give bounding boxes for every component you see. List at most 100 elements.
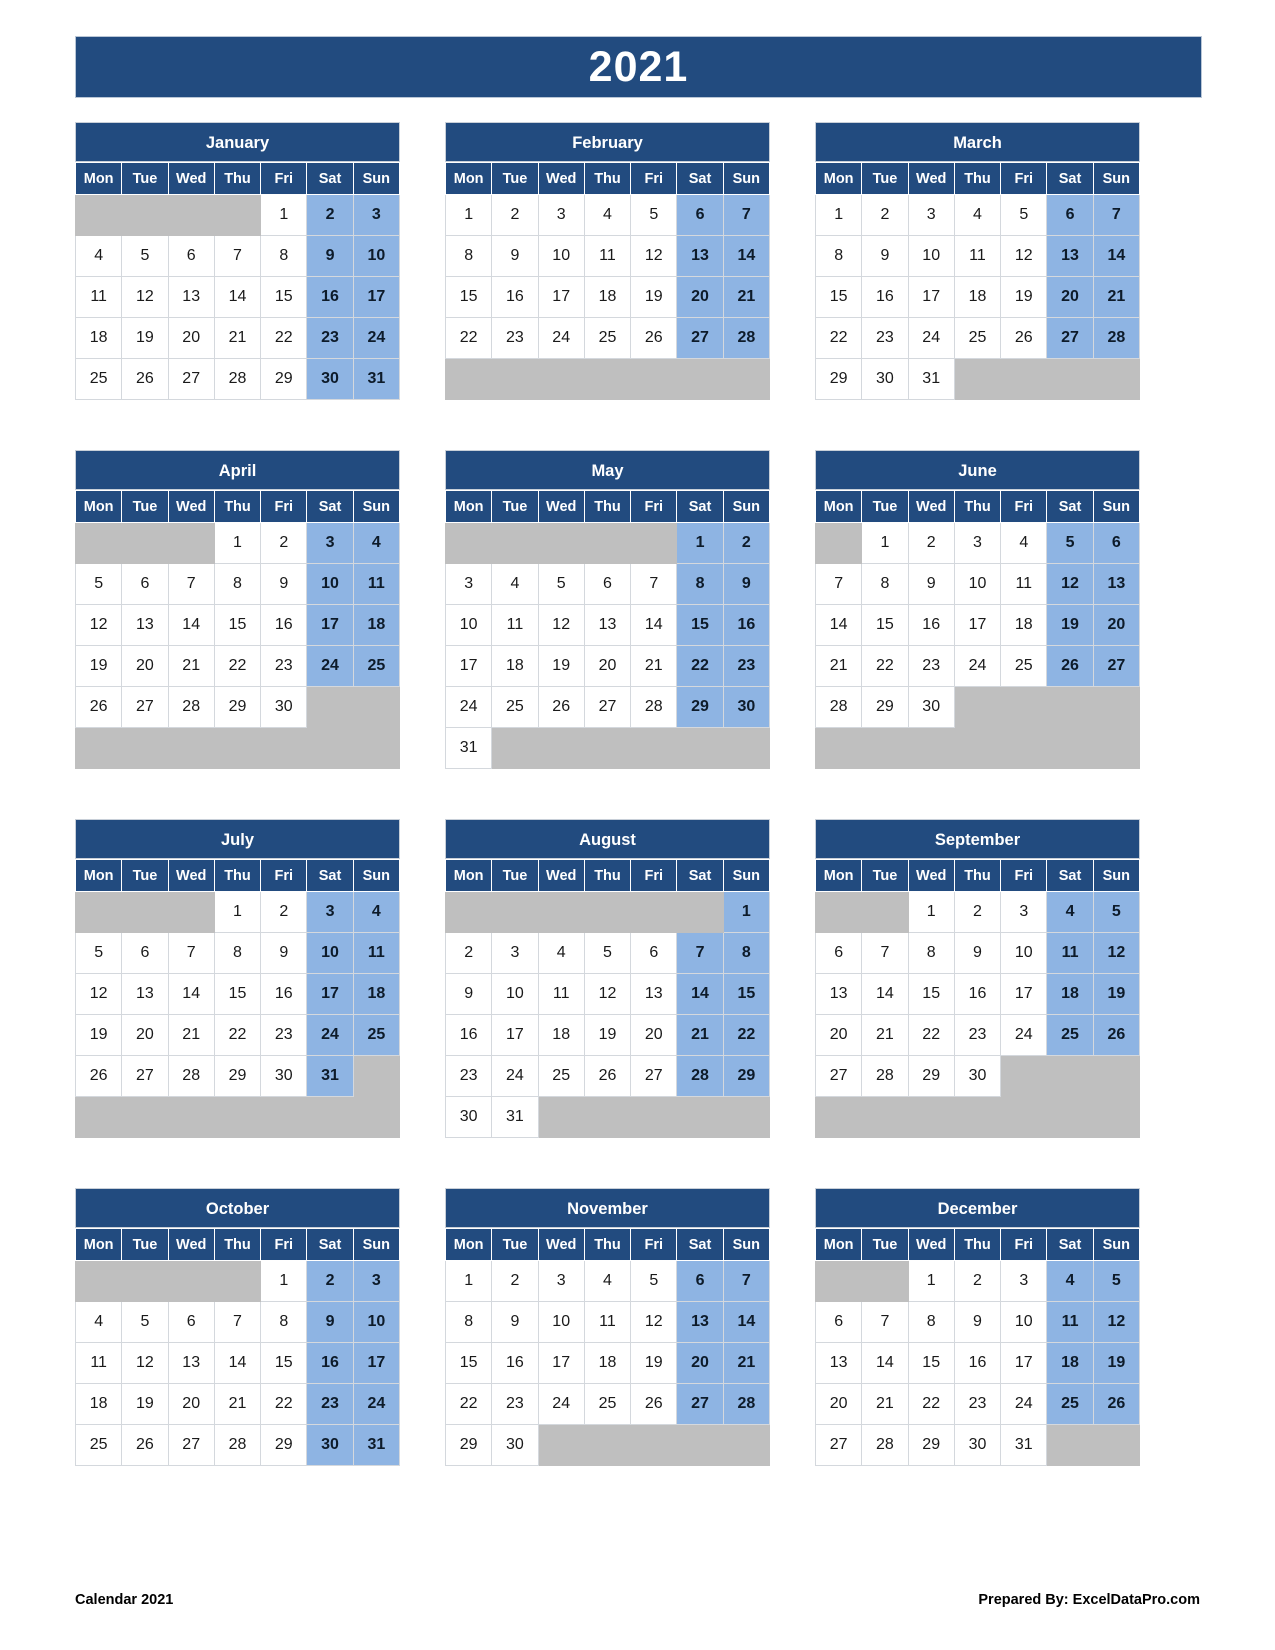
day-cell[interactable]: 4 bbox=[583, 194, 632, 236]
day-cell[interactable]: 23 bbox=[907, 645, 955, 687]
day-cell[interactable]: 17 bbox=[444, 645, 493, 687]
day-cell[interactable]: 21 bbox=[167, 1014, 215, 1056]
day-cell[interactable]: 17 bbox=[953, 604, 1002, 646]
day-cell[interactable]: 16 bbox=[260, 604, 308, 646]
day-cell[interactable]: 23 bbox=[260, 645, 308, 687]
weekend-day-cell[interactable]: 5 bbox=[1092, 891, 1141, 933]
day-cell[interactable]: 9 bbox=[861, 235, 909, 277]
day-cell[interactable]: 1 bbox=[260, 1260, 308, 1302]
day-cell[interactable]: 3 bbox=[907, 194, 955, 236]
day-cell[interactable]: 13 bbox=[583, 604, 632, 646]
weekend-day-cell[interactable]: 23 bbox=[722, 645, 771, 687]
weekend-day-cell[interactable]: 27 bbox=[1046, 317, 1094, 359]
day-cell[interactable]: 8 bbox=[260, 1301, 308, 1343]
day-cell[interactable]: 12 bbox=[121, 276, 169, 318]
day-cell[interactable]: 20 bbox=[121, 1014, 169, 1056]
weekend-day-cell[interactable]: 21 bbox=[1092, 276, 1141, 318]
day-cell[interactable]: 25 bbox=[583, 1383, 632, 1425]
day-cell[interactable]: 18 bbox=[583, 1342, 632, 1384]
day-cell[interactable]: 23 bbox=[953, 1383, 1002, 1425]
weekend-day-cell[interactable]: 26 bbox=[1092, 1383, 1141, 1425]
day-cell[interactable]: 16 bbox=[861, 276, 909, 318]
weekend-day-cell[interactable]: 9 bbox=[722, 563, 771, 605]
day-cell[interactable]: 9 bbox=[260, 932, 308, 974]
day-cell[interactable]: 12 bbox=[74, 604, 123, 646]
weekend-day-cell[interactable]: 23 bbox=[306, 317, 354, 359]
day-cell[interactable]: 7 bbox=[213, 1301, 262, 1343]
day-cell[interactable]: 27 bbox=[630, 1055, 678, 1097]
day-cell[interactable]: 7 bbox=[630, 563, 678, 605]
day-cell[interactable]: 4 bbox=[537, 932, 585, 974]
day-cell[interactable]: 16 bbox=[444, 1014, 493, 1056]
day-cell[interactable]: 16 bbox=[260, 973, 308, 1015]
weekend-day-cell[interactable]: 21 bbox=[722, 1342, 771, 1384]
weekend-day-cell[interactable]: 14 bbox=[722, 1301, 771, 1343]
weekend-day-cell[interactable]: 6 bbox=[676, 194, 724, 236]
day-cell[interactable]: 11 bbox=[583, 1301, 632, 1343]
day-cell[interactable]: 30 bbox=[260, 1055, 308, 1097]
day-cell[interactable]: 28 bbox=[630, 686, 678, 728]
day-cell[interactable]: 6 bbox=[814, 932, 863, 974]
weekend-day-cell[interactable]: 18 bbox=[352, 973, 401, 1015]
day-cell[interactable]: 1 bbox=[907, 1260, 955, 1302]
day-cell[interactable]: 1 bbox=[444, 1260, 493, 1302]
day-cell[interactable]: 2 bbox=[907, 522, 955, 564]
day-cell[interactable]: 22 bbox=[861, 645, 909, 687]
day-cell[interactable]: 2 bbox=[953, 891, 1002, 933]
day-cell[interactable]: 29 bbox=[260, 358, 308, 400]
day-cell[interactable]: 23 bbox=[491, 1383, 539, 1425]
weekend-day-cell[interactable]: 12 bbox=[1092, 1301, 1141, 1343]
weekend-day-cell[interactable]: 11 bbox=[1046, 932, 1094, 974]
day-cell[interactable]: 28 bbox=[814, 686, 863, 728]
day-cell[interactable]: 15 bbox=[444, 1342, 493, 1384]
day-cell[interactable]: 14 bbox=[167, 604, 215, 646]
day-cell[interactable]: 30 bbox=[861, 358, 909, 400]
day-cell[interactable]: 27 bbox=[583, 686, 632, 728]
weekend-day-cell[interactable]: 19 bbox=[1092, 1342, 1141, 1384]
day-cell[interactable]: 2 bbox=[953, 1260, 1002, 1302]
day-cell[interactable]: 5 bbox=[630, 1260, 678, 1302]
day-cell[interactable]: 23 bbox=[491, 317, 539, 359]
day-cell[interactable]: 7 bbox=[861, 1301, 909, 1343]
day-cell[interactable]: 30 bbox=[953, 1424, 1002, 1466]
day-cell[interactable]: 29 bbox=[260, 1424, 308, 1466]
day-cell[interactable]: 15 bbox=[907, 1342, 955, 1384]
day-cell[interactable]: 26 bbox=[630, 317, 678, 359]
day-cell[interactable]: 12 bbox=[1000, 235, 1048, 277]
weekend-day-cell[interactable]: 20 bbox=[676, 276, 724, 318]
day-cell[interactable]: 25 bbox=[537, 1055, 585, 1097]
day-cell[interactable]: 25 bbox=[74, 358, 123, 400]
day-cell[interactable]: 10 bbox=[491, 973, 539, 1015]
day-cell[interactable]: 16 bbox=[907, 604, 955, 646]
day-cell[interactable]: 31 bbox=[907, 358, 955, 400]
day-cell[interactable]: 29 bbox=[907, 1055, 955, 1097]
day-cell[interactable]: 3 bbox=[444, 563, 493, 605]
day-cell[interactable]: 15 bbox=[213, 604, 262, 646]
day-cell[interactable]: 19 bbox=[583, 1014, 632, 1056]
day-cell[interactable]: 8 bbox=[907, 1301, 955, 1343]
weekend-day-cell[interactable]: 13 bbox=[1092, 563, 1141, 605]
weekend-day-cell[interactable]: 22 bbox=[722, 1014, 771, 1056]
weekend-day-cell[interactable]: 5 bbox=[1046, 522, 1094, 564]
day-cell[interactable]: 22 bbox=[260, 317, 308, 359]
day-cell[interactable]: 18 bbox=[74, 1383, 123, 1425]
day-cell[interactable]: 26 bbox=[537, 686, 585, 728]
weekend-day-cell[interactable]: 28 bbox=[722, 317, 771, 359]
day-cell[interactable]: 17 bbox=[907, 276, 955, 318]
day-cell[interactable]: 25 bbox=[583, 317, 632, 359]
day-cell[interactable]: 22 bbox=[260, 1383, 308, 1425]
day-cell[interactable]: 22 bbox=[907, 1014, 955, 1056]
day-cell[interactable]: 6 bbox=[121, 563, 169, 605]
day-cell[interactable]: 23 bbox=[260, 1014, 308, 1056]
day-cell[interactable]: 24 bbox=[444, 686, 493, 728]
weekend-day-cell[interactable]: 29 bbox=[676, 686, 724, 728]
day-cell[interactable]: 28 bbox=[213, 358, 262, 400]
weekend-day-cell[interactable]: 31 bbox=[352, 1424, 401, 1466]
day-cell[interactable]: 18 bbox=[74, 317, 123, 359]
day-cell[interactable]: 6 bbox=[167, 1301, 215, 1343]
day-cell[interactable]: 27 bbox=[121, 1055, 169, 1097]
day-cell[interactable]: 6 bbox=[167, 235, 215, 277]
day-cell[interactable]: 21 bbox=[861, 1014, 909, 1056]
day-cell[interactable]: 28 bbox=[213, 1424, 262, 1466]
weekend-day-cell[interactable]: 2 bbox=[306, 194, 354, 236]
